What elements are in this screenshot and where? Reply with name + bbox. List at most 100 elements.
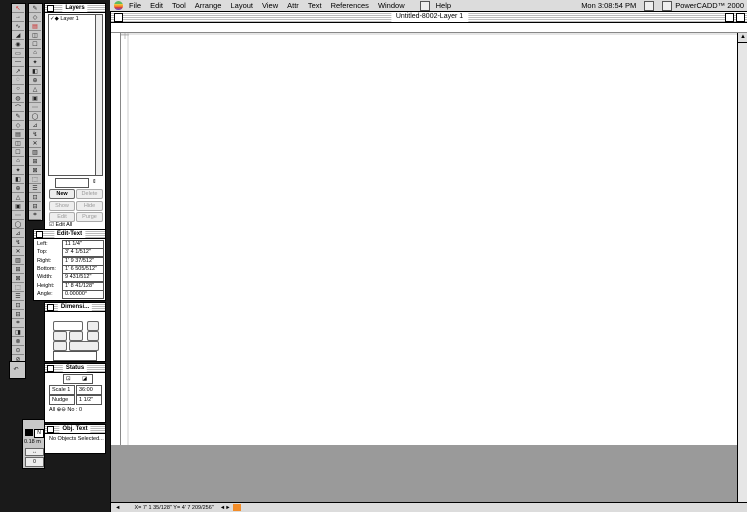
dimension-close-icon[interactable] <box>47 304 54 311</box>
secondary-cross-tool-icon[interactable]: ✕ <box>29 139 41 148</box>
cross-tool-icon[interactable]: ✕ <box>12 247 24 256</box>
app-switch-icon[interactable] <box>644 0 655 11</box>
edit-text-title-bar[interactable]: Edit-Text <box>34 230 105 239</box>
scroll-up-arrow-icon[interactable]: ▲ <box>738 33 747 43</box>
document-title-bar[interactable]: Untitled-8002-Layer 1 <box>111 12 747 23</box>
secondary-grid-tool-icon[interactable]: ▥ <box>29 148 41 157</box>
layer-item[interactable]: ✓◆ Layer 1 <box>50 15 79 23</box>
layer-menu-arrow-icon[interactable]: ⇕ <box>92 178 97 186</box>
apple-menu-icon[interactable] <box>114 1 123 10</box>
dimension-precision-button[interactable] <box>69 341 99 351</box>
secondary-minus-box-tool-icon[interactable]: ⊟ <box>29 202 41 211</box>
hide-layer-button[interactable]: Hide <box>76 201 103 211</box>
drawing-canvas[interactable] <box>121 31 737 455</box>
circle-fill-tool-icon[interactable]: ◉ <box>12 40 24 49</box>
secondary-star-tool-icon[interactable]: ✦ <box>29 58 41 67</box>
freehand-tool-icon[interactable]: ∿ <box>12 22 24 31</box>
powercadd-app-icon[interactable] <box>662 0 673 11</box>
zoom-box-icon[interactable] <box>725 13 734 22</box>
fill-color-swatch[interactable] <box>25 429 33 436</box>
edit-text-close-icon[interactable] <box>36 231 43 238</box>
hatch-tool-icon[interactable]: ▤ <box>12 130 24 139</box>
dimension-text-field[interactable] <box>53 351 97 361</box>
menu-arrange[interactable]: Arrange <box>195 1 222 10</box>
ring-tool-icon[interactable]: ◯ <box>12 220 24 229</box>
new-layer-button[interactable]: New <box>49 189 75 199</box>
frame-tool-icon[interactable]: ⊡ <box>12 301 24 310</box>
square-fill-tool-icon[interactable]: ▣ <box>12 202 24 211</box>
secondary-angle-tool-icon[interactable]: ⊿ <box>29 121 41 130</box>
pencil-tool-icon[interactable]: ✎ <box>12 112 24 121</box>
menu-edit[interactable]: Edit <box>150 1 163 10</box>
shade-tool-icon[interactable]: ◧ <box>12 175 24 184</box>
edit-all-checkbox[interactable]: ☑ Edit All <box>49 221 72 229</box>
arrow-style-selector[interactable]: 0 <box>25 457 44 467</box>
collapse-box-icon[interactable] <box>736 13 745 22</box>
minus-box-tool-icon[interactable]: ⊟ <box>12 310 24 319</box>
magnet-icon[interactable]: ⊡ <box>66 375 71 383</box>
application-name[interactable]: PowerCADD™ 2000 <box>675 1 744 10</box>
diamond-tool-icon[interactable]: ◇ <box>12 121 24 130</box>
nudge-value-field[interactable]: 1 1/2" <box>76 395 102 405</box>
layer-name-field[interactable] <box>55 178 89 188</box>
dimension-left-button[interactable] <box>53 331 67 341</box>
split-box-tool-icon[interactable]: ◨ <box>12 328 24 337</box>
layers-list[interactable]: ✓◆ Layer 1 <box>48 14 96 176</box>
snap-controls[interactable]: ⊡ ◪ <box>63 374 93 384</box>
lock-icon[interactable]: ◪ <box>82 375 87 383</box>
xcircle-tool-icon[interactable]: ⊗ <box>12 337 24 346</box>
secondary-triangle-tool-icon[interactable]: △ <box>29 85 41 94</box>
dashed-box-tool-icon[interactable]: ⬚ <box>12 283 24 292</box>
arc-tool-icon[interactable]: ⌒ <box>12 103 24 112</box>
obj-text-title-bar[interactable]: Obj. Text <box>45 425 105 434</box>
diagonal-tool-icon[interactable]: ↗ <box>12 67 24 76</box>
line-tool-icon[interactable]: → <box>12 13 24 22</box>
line-style-selector[interactable]: ↔ <box>25 448 44 456</box>
secondary-dots-tool-icon[interactable]: ⋯ <box>29 103 41 112</box>
hscroll-thumb[interactable] <box>232 504 241 511</box>
dimension-format-button[interactable] <box>53 321 83 331</box>
x-box-tool-icon[interactable]: ⊠ <box>12 274 24 283</box>
menu-text[interactable]: Text <box>308 1 322 10</box>
status-close-icon[interactable] <box>47 365 54 372</box>
grid-tool-icon[interactable]: ▥ <box>12 256 24 265</box>
plus-box-tool-icon[interactable]: ⊞ <box>12 265 24 274</box>
dimension-title-bar[interactable]: Dimensi... <box>45 303 105 312</box>
secondary-house-tool-icon[interactable]: ⌂ <box>29 49 41 58</box>
dimension-right-button[interactable] <box>87 331 99 341</box>
script-menu-icon[interactable] <box>419 0 430 11</box>
menu-references[interactable]: References <box>331 1 369 10</box>
dimension-option-button[interactable] <box>87 321 99 331</box>
purge-layer-button[interactable]: Purge <box>76 212 103 222</box>
layers-close-icon[interactable] <box>47 5 54 12</box>
menu-file[interactable]: File <box>129 1 141 10</box>
secondary-frame-tool-icon[interactable]: ⊡ <box>29 193 41 202</box>
hscroll-right-arrow-icon[interactable]: ► <box>225 505 230 511</box>
show-layer-button[interactable]: Show <box>49 201 75 211</box>
layers-scrollbar[interactable] <box>95 14 103 176</box>
delete-layer-button[interactable]: Delete <box>76 189 103 199</box>
wedge-tool-icon[interactable]: ◢ <box>12 31 24 40</box>
wall-tool-icon[interactable]: ◫ <box>12 139 24 148</box>
secondary-target-tool-icon[interactable]: ⊕ <box>29 76 41 85</box>
page-nav-icon[interactable]: ◄ <box>115 505 120 511</box>
secondary-pencil-tool-icon[interactable]: ✎ <box>29 4 41 13</box>
hline-tool-icon[interactable]: — <box>12 58 24 67</box>
secondary-hatch-tool-icon[interactable]: ▤ <box>29 22 41 31</box>
scale-ratio-field[interactable]: 36:00 <box>76 385 102 395</box>
oval-tool-icon[interactable]: ◌ <box>12 76 24 85</box>
edit-text-value-field[interactable]: 0.00000° <box>62 289 104 299</box>
secondary-x-box-tool-icon[interactable]: ⊠ <box>29 166 41 175</box>
menu-tool-icon[interactable]: ☰ <box>12 292 24 301</box>
arrow-tool-icon[interactable]: ↖ <box>12 4 24 13</box>
status-title-bar[interactable]: Status <box>45 364 105 373</box>
menu-tool[interactable]: Tool <box>172 1 186 10</box>
menu-view[interactable]: View <box>262 1 278 10</box>
line-weight-value[interactable]: 0.18 m <box>24 438 41 446</box>
menu-layout[interactable]: Layout <box>230 1 253 10</box>
rectangle-tool-icon[interactable]: ▭ <box>12 49 24 58</box>
menu-attr[interactable]: Attr <box>287 1 299 10</box>
circle-tool-icon[interactable]: ○ <box>12 85 24 94</box>
dimension-inside-button[interactable] <box>53 341 67 351</box>
scale-field[interactable]: Scale 1 <box>49 385 75 395</box>
